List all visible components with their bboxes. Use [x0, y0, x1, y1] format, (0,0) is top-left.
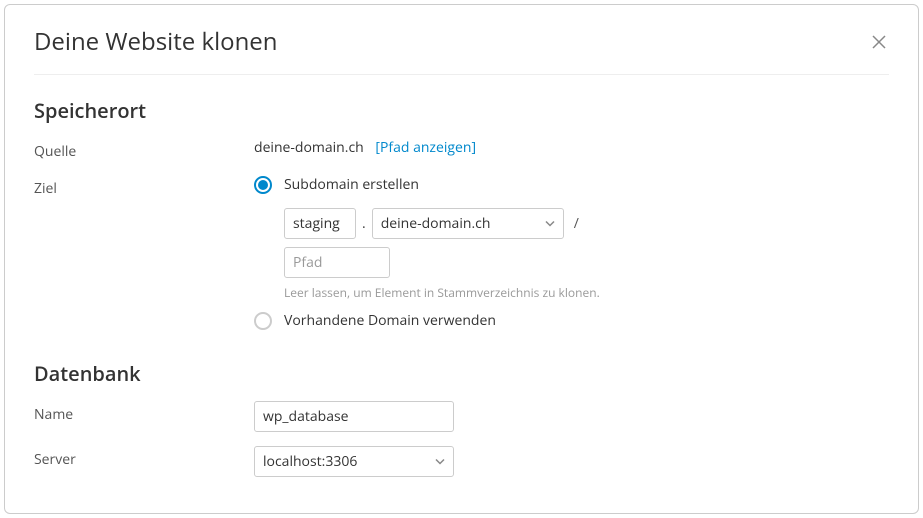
subdomain-inline-group: . deine-domain.ch /: [284, 208, 889, 239]
radio-existing-domain[interactable]: [254, 312, 272, 330]
db-server-label: Server: [34, 446, 254, 469]
source-value: deine-domain.ch [Pfad anzeigen]: [254, 138, 889, 157]
radio-create-subdomain-label[interactable]: Subdomain erstellen: [284, 175, 419, 194]
dialog-title: Deine Website klonen: [34, 25, 277, 58]
path-slash: /: [574, 214, 579, 233]
server-select-value: localhost:3306: [263, 452, 357, 471]
close-icon: [872, 35, 886, 49]
radio-create-subdomain[interactable]: [254, 176, 272, 194]
chevron-down-icon: [435, 452, 445, 471]
target-value: Subdomain erstellen . deine-domain.ch: [254, 175, 889, 338]
storage-section: Speicherort Quelle deine-domain.ch [Pfad…: [34, 97, 889, 338]
subdomain-input[interactable]: [284, 208, 356, 239]
target-radio-group: Subdomain erstellen . deine-domain.ch: [254, 175, 889, 338]
clone-dialog: Deine Website klonen Speicherort Quelle …: [4, 4, 919, 514]
domain-select[interactable]: deine-domain.ch: [372, 208, 564, 239]
database-section-title: Datenbank: [34, 360, 889, 387]
db-name-label: Name: [34, 401, 254, 424]
source-label: Quelle: [34, 138, 254, 161]
domain-select-value: deine-domain.ch: [381, 214, 491, 233]
target-row: Ziel Subdomain erstellen . deine-domain.…: [34, 175, 889, 338]
db-name-row: Name: [34, 401, 889, 432]
db-server-row: Server localhost:3306: [34, 446, 889, 477]
chevron-down-icon: [545, 214, 555, 233]
radio-existing-domain-label[interactable]: Vorhandene Domain verwenden: [284, 311, 496, 330]
subdomain-config: . deine-domain.ch / Leer lassen, um Elem…: [284, 208, 889, 301]
show-path-link[interactable]: [Pfad anzeigen]: [375, 138, 476, 157]
close-button[interactable]: [869, 32, 889, 52]
server-select[interactable]: localhost:3306: [254, 446, 454, 477]
db-server-value: localhost:3306: [254, 446, 889, 477]
db-name-value: [254, 401, 889, 432]
radio-option-existing-domain: Vorhandene Domain verwenden: [254, 311, 889, 330]
path-input[interactable]: [284, 247, 390, 278]
db-name-input[interactable]: [254, 401, 454, 432]
dot-separator: .: [362, 214, 366, 233]
source-domain: deine-domain.ch: [254, 138, 364, 157]
radio-option-create-subdomain: Subdomain erstellen: [254, 175, 889, 194]
storage-section-title: Speicherort: [34, 97, 889, 124]
database-section: Datenbank Name Server localhost:3306: [34, 360, 889, 477]
target-label: Ziel: [34, 175, 254, 198]
path-hint: Leer lassen, um Element in Stammverzeich…: [284, 284, 889, 301]
dialog-header: Deine Website klonen: [34, 25, 889, 75]
source-row: Quelle deine-domain.ch [Pfad anzeigen]: [34, 138, 889, 161]
